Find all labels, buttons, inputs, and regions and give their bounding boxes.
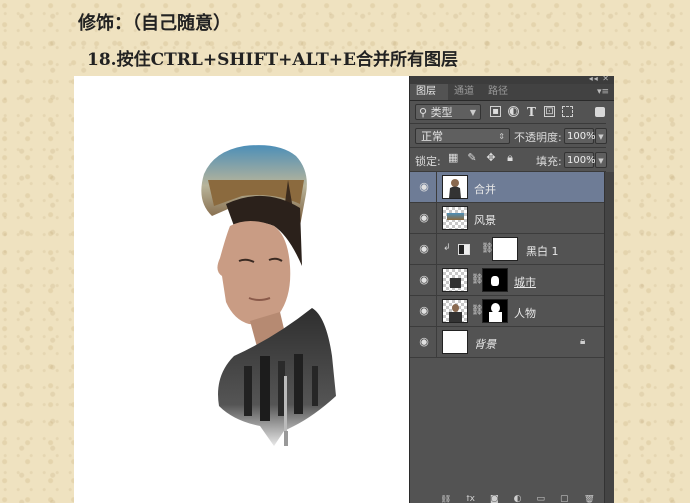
layer-thumbnail bbox=[442, 330, 468, 354]
blend-mode-value: 正常 bbox=[421, 130, 443, 143]
lock-row: 锁定: ▦ ✎ ✥ 🔒︎ 填充: 100% ▼ bbox=[410, 150, 607, 170]
filter-toggle-switch[interactable] bbox=[595, 107, 605, 117]
lock-paint-icon[interactable]: ✎ bbox=[467, 152, 477, 163]
lock-transparent-icon[interactable]: ▦ bbox=[448, 152, 458, 163]
new-layer-icon[interactable]: ▢ bbox=[560, 495, 569, 503]
adjustment-layer-icon bbox=[458, 244, 470, 255]
image-filter-icon[interactable]: ▪ bbox=[490, 106, 501, 117]
layer-name[interactable]: 风景 bbox=[474, 212, 496, 228]
add-mask-icon[interactable]: ◙ bbox=[490, 495, 499, 503]
visibility-eye-icon[interactable]: ◉ bbox=[418, 336, 430, 348]
filter-kind-label: 类型 bbox=[430, 106, 453, 119]
text-filter-icon[interactable]: T bbox=[526, 106, 537, 118]
lock-move-icon[interactable]: ✥ bbox=[486, 152, 496, 163]
layer-row-background[interactable]: ◉ 背景 🔒︎ bbox=[410, 327, 604, 358]
visibility-eye-icon[interactable]: ◉ bbox=[418, 212, 430, 224]
new-fill-icon[interactable]: ◐ bbox=[514, 495, 522, 503]
layer-thumbnail bbox=[442, 175, 468, 199]
layer-name[interactable]: 背景 bbox=[474, 336, 496, 352]
layer-row-person[interactable]: ◉ ⛓ 人物 bbox=[410, 296, 604, 327]
layer-thumbnail bbox=[442, 268, 468, 292]
layer-list: ◉ 合并 ◉ 风景 ◉ ↲ ⛓ 黑白 1 ◉ ⛓ 城市 ◉ ⛓ 人物 ◉ 背景 … bbox=[410, 172, 604, 503]
layer-thumbnail bbox=[442, 206, 468, 230]
panel-menu-icon[interactable]: ▾≡ bbox=[597, 87, 609, 97]
lock-label: 锁定: bbox=[415, 155, 441, 168]
opacity-input[interactable]: 100% bbox=[564, 128, 596, 144]
layer-row-black-white[interactable]: ◉ ↲ ⛓ 黑白 1 bbox=[410, 234, 604, 265]
tab-channels[interactable]: 通道 bbox=[448, 84, 482, 100]
layers-panel: ◂◂ ✕ 图层 通道 路径 ▾≡ ⚲ 类型 ▼ ▪ ◐ T ⊡ 正常 ⇕ 不透明… bbox=[409, 74, 614, 503]
layer-row-landscape[interactable]: ◉ 风景 bbox=[410, 203, 604, 234]
blend-row: 正常 ⇕ 不透明度: 100% ▼ bbox=[410, 126, 607, 146]
filter-row: ⚲ 类型 ▼ ▪ ◐ T ⊡ bbox=[410, 102, 606, 122]
layer-name[interactable]: 合并 bbox=[474, 181, 496, 197]
document-canvas[interactable] bbox=[74, 76, 410, 503]
divider bbox=[410, 147, 606, 148]
tab-layers[interactable]: 图层 bbox=[410, 84, 448, 100]
visibility-eye-icon[interactable]: ◉ bbox=[418, 305, 430, 317]
mask-thumbnail bbox=[482, 268, 508, 292]
link-layers-icon[interactable]: ⛓ bbox=[440, 495, 451, 503]
layer-name[interactable]: 人物 bbox=[514, 305, 536, 321]
layer-name[interactable]: 黑白 1 bbox=[526, 243, 559, 259]
updown-arrow-icon: ⇕ bbox=[498, 132, 505, 141]
panel-footer-toolbar: ⛓ fx ◙ ◐ ▭ ▢ 🗑︎ bbox=[410, 495, 614, 503]
smart-object-filter-icon[interactable] bbox=[562, 106, 573, 117]
blend-mode-select[interactable]: 正常 ⇕ bbox=[415, 128, 510, 144]
opacity-slider-button[interactable]: ▼ bbox=[595, 128, 607, 144]
layer-list-scrollbar[interactable] bbox=[604, 172, 614, 503]
visibility-eye-icon[interactable]: ◉ bbox=[418, 181, 430, 193]
fill-label: 填充: bbox=[536, 155, 562, 168]
tutorial-step-heading: 修饰：（自己随意） bbox=[78, 13, 231, 34]
adjustment-filter-icon[interactable]: ◐ bbox=[508, 106, 519, 117]
tutorial-step-instruction: 18.按住CTRL+SHIFT+ALT+E合并所有图层 bbox=[87, 50, 458, 70]
panel-tabs: 图层 通道 路径 ▾≡ bbox=[410, 84, 614, 101]
visibility-eye-icon[interactable]: ◉ bbox=[418, 274, 430, 286]
mask-thumbnail bbox=[492, 237, 518, 261]
fill-input[interactable]: 100% bbox=[564, 152, 596, 168]
panel-header-strip: ◂◂ ✕ bbox=[410, 74, 614, 84]
fx-icon[interactable]: fx bbox=[466, 495, 475, 503]
divider bbox=[410, 123, 606, 124]
tab-paths[interactable]: 路径 bbox=[482, 84, 516, 100]
mask-thumbnail bbox=[482, 299, 508, 323]
fill-slider-button[interactable]: ▼ bbox=[595, 152, 607, 168]
layer-thumbnail bbox=[442, 299, 468, 323]
double-exposure-artwork bbox=[201, 145, 336, 446]
shape-filter-icon[interactable]: ⊡ bbox=[544, 106, 555, 117]
clipping-arrow-icon: ↲ bbox=[443, 243, 451, 253]
new-group-icon[interactable]: ▭ bbox=[537, 495, 546, 503]
chevron-down-icon: ▼ bbox=[469, 108, 476, 117]
filter-kind-select[interactable]: ⚲ 类型 ▼ bbox=[415, 104, 481, 120]
layer-row-city[interactable]: ◉ ⛓ 城市 bbox=[410, 265, 604, 296]
search-icon: ⚲ bbox=[419, 106, 428, 119]
opacity-label: 不透明度: bbox=[514, 131, 562, 144]
layer-row-merged[interactable]: ◉ 合并 bbox=[410, 172, 604, 203]
collapse-panel-icon[interactable]: ◂◂ ✕ bbox=[589, 74, 610, 83]
visibility-eye-icon[interactable]: ◉ bbox=[418, 243, 430, 255]
layer-name[interactable]: 城市 bbox=[514, 274, 536, 290]
delete-layer-icon[interactable]: 🗑︎ bbox=[584, 495, 595, 503]
lock-icon: 🔒︎ bbox=[580, 336, 586, 347]
lock-all-icon[interactable]: 🔒︎ bbox=[505, 152, 515, 163]
